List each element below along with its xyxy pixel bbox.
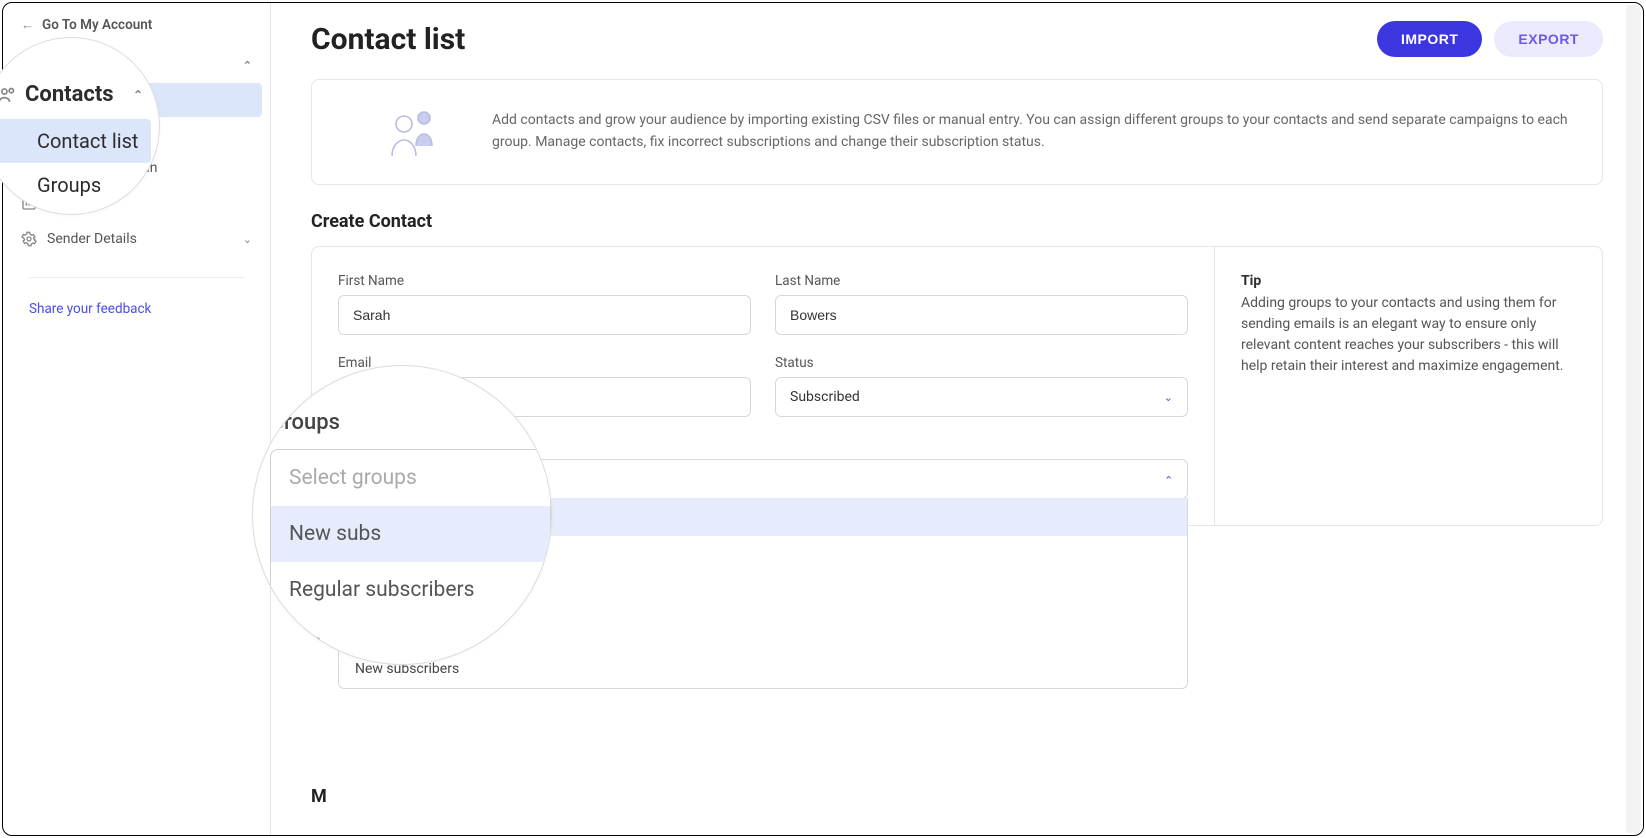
contacts-icon <box>0 84 17 105</box>
sidebar-sender-label: Sender Details <box>47 231 137 247</box>
lens-option-regular: Regular subscribers <box>271 562 550 618</box>
scrollbar[interactable] <box>1626 5 1641 833</box>
create-contact-title: Create Contact <box>311 211 1603 232</box>
chevron-up-icon: ⌃ <box>133 88 153 102</box>
share-feedback-link[interactable]: Share your feedback <box>29 301 151 317</box>
lens-groups-label: Groups <box>269 410 551 435</box>
go-to-account-label: Go To My Account <box>42 17 152 33</box>
lens-groups-placeholder: Select groups <box>271 450 550 506</box>
chevron-down-icon: ⌄ <box>243 233 252 246</box>
groups-zoom-lens: Groups Select groups New subs Regular su… <box>252 365 552 665</box>
lens-option-vip: VIP <box>271 618 550 665</box>
arrow-left-icon: ← <box>21 17 34 33</box>
last-name-label: Last Name <box>775 273 1188 289</box>
status-label: Status <box>775 355 1188 371</box>
lens-contacts-label: Contacts <box>25 82 114 107</box>
info-text: Add contacts and grow your audience by i… <box>492 110 1572 153</box>
tip-body: Adding groups to your contacts and using… <box>1241 293 1576 377</box>
status-select[interactable]: Subscribed ⌄ <box>775 377 1188 417</box>
status-value: Subscribed <box>790 389 860 405</box>
lens-plugin-fragment: ress Plugin <box>0 207 159 215</box>
chevron-down-icon: ⌄ <box>1164 391 1173 404</box>
chevron-up-icon: ⌃ <box>243 59 252 72</box>
lens-option-new-subs: New subs <box>271 506 550 562</box>
feedback-label: Share your feedback <box>29 301 151 317</box>
lens-groups: Groups <box>0 163 159 207</box>
export-label: EXPORT <box>1518 31 1579 47</box>
chevron-up-icon: ⌄ <box>1164 473 1173 486</box>
export-button[interactable]: EXPORT <box>1494 21 1603 57</box>
info-card: Add contacts and grow your audience by i… <box>311 79 1603 185</box>
manage-prefix: M <box>311 786 327 807</box>
tip-title: Tip <box>1241 273 1576 289</box>
people-icon <box>382 106 442 158</box>
import-button[interactable]: IMPORT <box>1377 21 1482 57</box>
sidebar-item-sender-details[interactable]: Sender Details ⌄ <box>3 221 270 257</box>
last-name-input[interactable] <box>775 295 1188 335</box>
first-name-input[interactable] <box>338 295 751 335</box>
lens-contact-list: Contact list <box>0 119 151 163</box>
first-name-label: First Name <box>338 273 751 289</box>
import-label: IMPORT <box>1401 31 1458 47</box>
page-title: Contact list <box>311 22 465 57</box>
gear-icon <box>21 231 37 247</box>
